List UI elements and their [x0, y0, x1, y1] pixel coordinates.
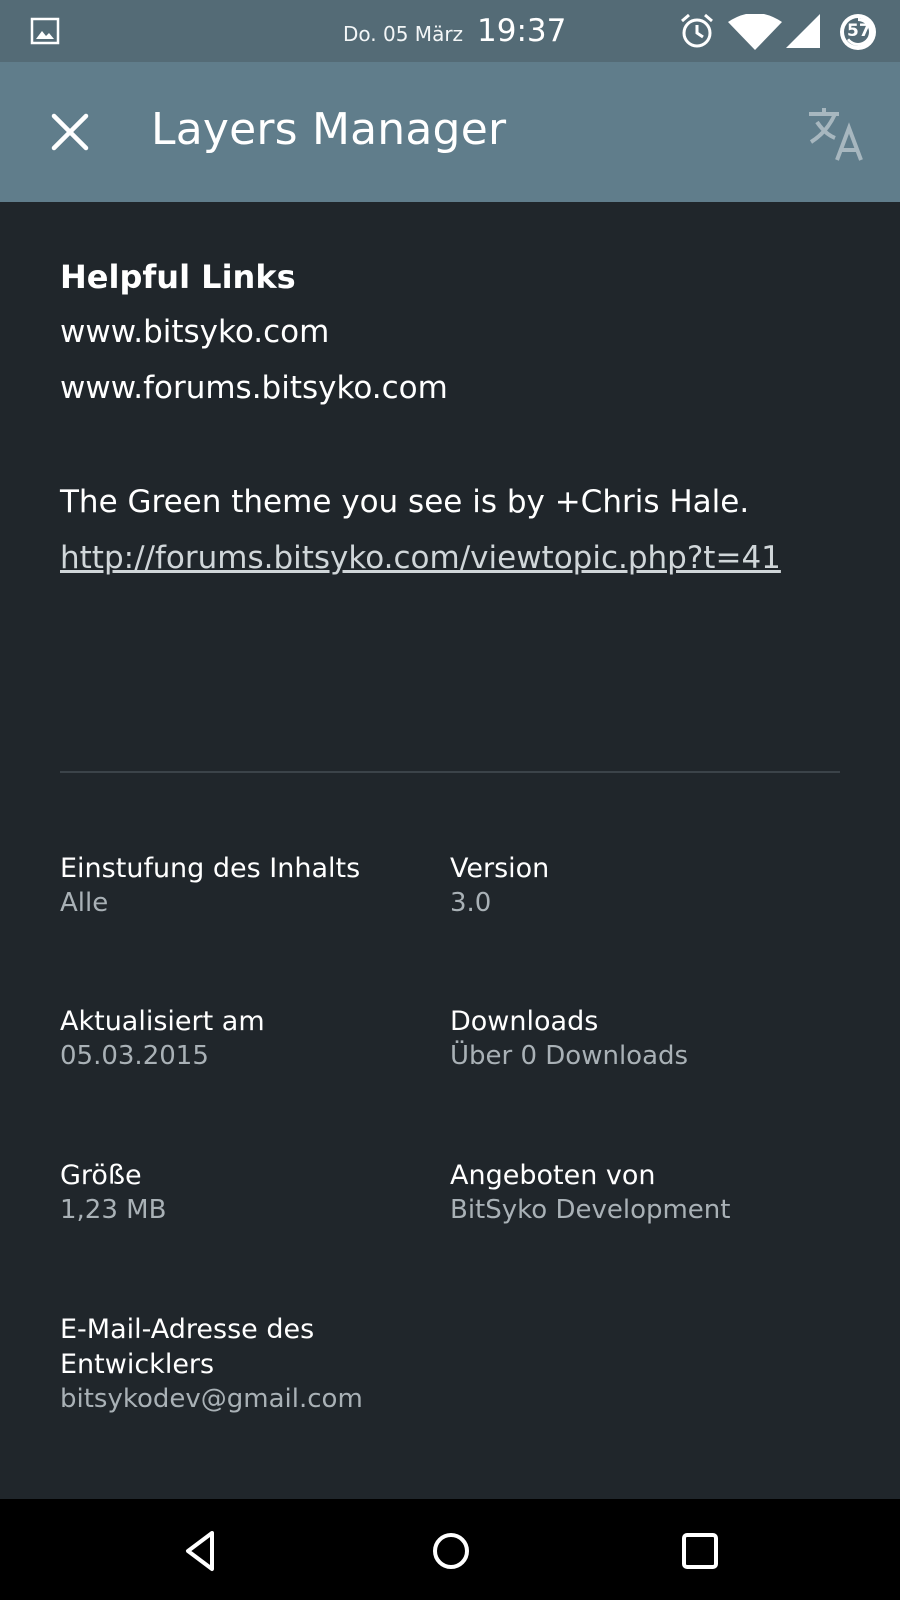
rating-value: Alle	[60, 888, 109, 918]
wifi-icon	[728, 14, 782, 50]
offered-label: Angeboten von	[450, 1160, 656, 1191]
app-bar: Layers Manager	[0, 62, 900, 202]
email-value[interactable]: bitsykodev@gmail.com	[60, 1382, 363, 1417]
status-bar: Do. 05 März 19:37 57	[0, 0, 900, 62]
info-updated: Aktualisiert am 05.03.2015	[60, 1004, 265, 1074]
theme-link[interactable]: http://forums.bitsyko.com/viewtopic.php?…	[60, 540, 781, 576]
recents-icon[interactable]	[670, 1521, 730, 1581]
image-icon	[30, 17, 60, 45]
email-label-line1: E-Mail-Adresse des	[60, 1314, 315, 1345]
info-downloads: Downloads Über 0 Downloads	[450, 1004, 688, 1074]
downloads-value: Über 0 Downloads	[450, 1041, 689, 1071]
downloads-label: Downloads	[450, 1006, 599, 1037]
page-title: Layers Manager	[151, 104, 507, 155]
helpful-links-heading: Helpful Links	[60, 258, 296, 296]
info-developer-email: E-Mail-Adresse des Entwicklers bitsykode…	[60, 1312, 363, 1417]
status-time: 19:37	[477, 13, 567, 49]
version-label: Version	[450, 853, 550, 884]
link-forums[interactable]: www.forums.bitsyko.com	[60, 370, 448, 406]
email-label-line2: Entwicklers	[60, 1349, 215, 1380]
size-value: 1,23 MB	[60, 1195, 167, 1225]
updated-value: 05.03.2015	[60, 1041, 209, 1071]
size-label: Größe	[60, 1160, 142, 1191]
signal-icon	[786, 14, 820, 48]
info-version: Version 3.0	[450, 851, 549, 921]
status-date: Do. 05 März	[343, 22, 464, 46]
back-icon[interactable]	[172, 1521, 232, 1581]
divider	[60, 771, 840, 773]
info-offered-by: Angeboten von BitSyko Development	[450, 1158, 730, 1228]
translate-icon[interactable]	[805, 102, 869, 166]
close-icon[interactable]	[44, 106, 96, 158]
info-rating: Einstufung des Inhalts Alle	[60, 851, 360, 921]
version-value: 3.0	[450, 888, 492, 918]
info-size: Größe 1,23 MB	[60, 1158, 166, 1228]
battery-level: 57	[847, 21, 871, 41]
home-icon[interactable]	[421, 1521, 481, 1581]
theme-note: The Green theme you see is by +Chris Hal…	[60, 484, 750, 520]
navigation-bar	[0, 1499, 900, 1600]
offered-value: BitSyko Development	[450, 1195, 731, 1225]
alarm-icon	[681, 13, 713, 48]
updated-label: Aktualisiert am	[60, 1006, 265, 1037]
rating-label: Einstufung des Inhalts	[60, 853, 361, 884]
link-bitsyko[interactable]: www.bitsyko.com	[60, 314, 329, 350]
